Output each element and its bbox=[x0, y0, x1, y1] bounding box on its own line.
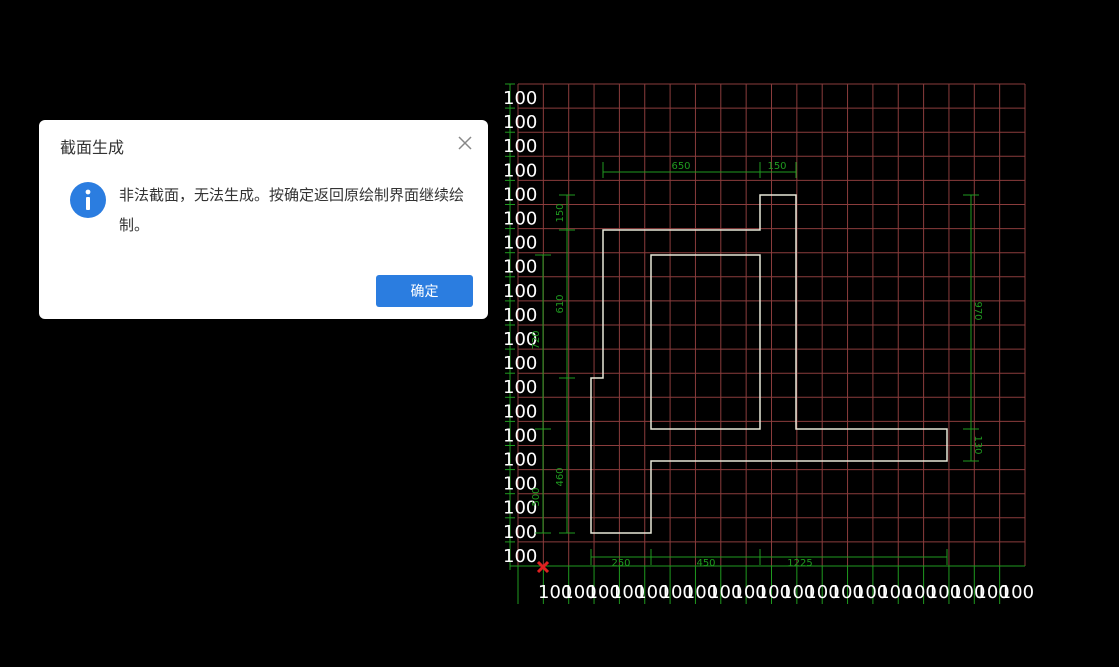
row-label: 100 bbox=[503, 305, 537, 326]
section-drawing-canvas[interactable]: 100 100 100 100 100 100 100 100 100 100 100 100 100 1… bbox=[0, 0, 1119, 667]
dimension-label-bottom: 450 bbox=[696, 558, 715, 569]
row-label: 100 bbox=[503, 257, 537, 278]
row-label: 100 bbox=[503, 401, 537, 422]
row-label: 100 bbox=[503, 353, 537, 374]
row-label: 100 bbox=[503, 160, 537, 181]
row-label: 100 bbox=[503, 281, 537, 302]
row-label: 100 bbox=[503, 546, 537, 567]
dimension-label-right: 130 bbox=[972, 435, 983, 454]
dimension-label-bottom: 250 bbox=[611, 558, 630, 569]
dimension-label-right: 970 bbox=[972, 301, 983, 320]
row-label: 100 bbox=[503, 425, 537, 446]
row-label: 100 bbox=[503, 233, 537, 254]
dimension-label-bottom: 1225 bbox=[787, 558, 812, 569]
dimension-label-top: 150 bbox=[767, 161, 786, 172]
dialog-message: 非法截面，无法生成。按确定返回原绘制界面继续绘制。 bbox=[119, 186, 465, 234]
confirm-button[interactable]: 确定 bbox=[376, 275, 473, 307]
section-inner-hole[interactable] bbox=[650, 254, 761, 430]
dialog-title: 截面生成 bbox=[60, 138, 125, 157]
row-label: 100 bbox=[503, 450, 537, 471]
row-label: 100 bbox=[503, 522, 537, 543]
dimension-label-left: 610 bbox=[555, 294, 566, 313]
row-label: 100 bbox=[503, 88, 537, 109]
dimension-label-top: 650 bbox=[671, 161, 690, 172]
row-label: 100 bbox=[503, 136, 537, 157]
dimension-label-left: 460 bbox=[555, 467, 566, 486]
dimension-label-left-inner: 720 bbox=[531, 330, 542, 349]
section-generation-dialog: 截面生成 非法截面，无法生成。按确定返回原绘制界面继续绘制。 确定 bbox=[39, 120, 488, 319]
info-icon bbox=[70, 182, 106, 218]
close-icon[interactable] bbox=[456, 134, 474, 152]
column-label: 100 bbox=[1000, 582, 1034, 603]
row-label: 100 bbox=[503, 377, 537, 398]
row-label: 100 bbox=[503, 209, 537, 230]
row-label: 100 bbox=[503, 112, 537, 133]
dimension-label-left-inner: 500 bbox=[531, 487, 542, 506]
dimension-label-left: 150 bbox=[555, 203, 566, 222]
row-label: 100 bbox=[503, 184, 537, 205]
